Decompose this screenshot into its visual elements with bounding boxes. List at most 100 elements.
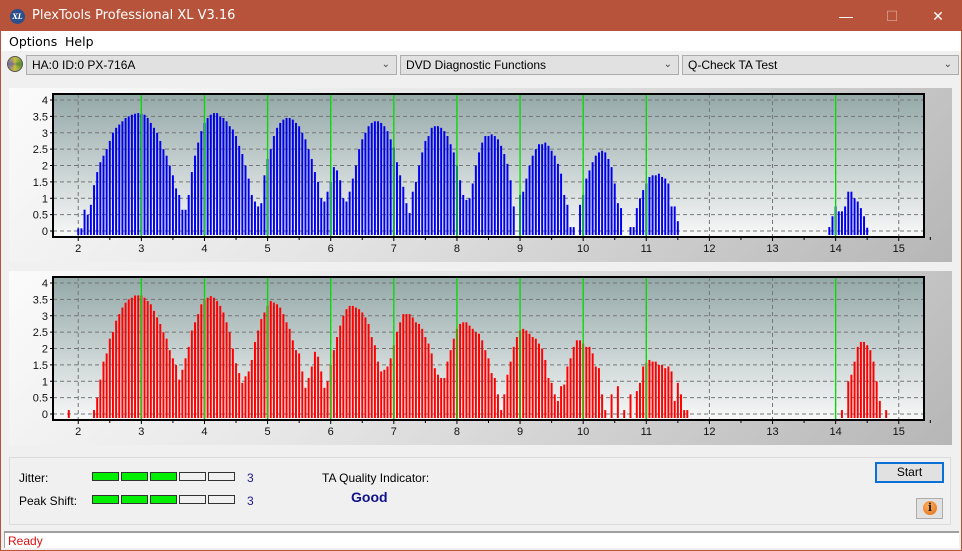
histogram-bar: [556, 400, 559, 418]
histogram-bar: [276, 304, 279, 418]
histogram-bar: [373, 121, 376, 235]
histogram-bar: [478, 152, 481, 235]
histogram-bar: [433, 368, 436, 418]
histogram-bar: [399, 175, 402, 235]
histogram-bar: [194, 322, 196, 418]
histogram-bar: [414, 322, 417, 418]
x-tick-label: 14: [830, 426, 842, 438]
histogram-bar: [616, 203, 619, 235]
histogram-bar: [260, 203, 263, 235]
histogram-bar: [572, 227, 575, 235]
histogram-bar: [534, 338, 537, 418]
histogram-bar: [411, 317, 414, 418]
histogram-bar: [638, 382, 641, 418]
histogram-bar: [601, 394, 604, 418]
histogram-bar: [566, 366, 569, 418]
histogram-bar: [298, 126, 301, 235]
histogram-bar: [102, 361, 105, 418]
histogram-bar: [856, 346, 859, 418]
histogram-bar: [869, 350, 872, 418]
histogram-bar: [547, 377, 550, 418]
histogram-bar: [121, 307, 124, 418]
histogram-bar: [269, 149, 272, 235]
histogram-bar: [115, 127, 118, 235]
menu-options[interactable]: Options: [9, 34, 57, 49]
histogram-bar: [616, 386, 619, 418]
histogram-bar: [127, 299, 130, 418]
start-button[interactable]: Start: [875, 462, 944, 483]
histogram-bar: [307, 377, 310, 418]
histogram-bar: [642, 366, 645, 418]
peak-shift-label: Peak Shift:: [19, 494, 78, 508]
histogram-bar: [247, 178, 250, 235]
histogram-bar: [323, 387, 326, 418]
histogram-bar: [149, 122, 152, 235]
histogram-bar: [591, 353, 594, 418]
test-select[interactable]: Q-Check TA Test ⌄: [682, 55, 959, 75]
histogram-bar: [556, 163, 559, 235]
histogram-bar: [402, 314, 405, 418]
info-button[interactable]: i: [916, 498, 943, 519]
histogram-bar: [96, 172, 99, 235]
histogram-bar: [541, 144, 544, 235]
histogram-bar: [474, 165, 477, 235]
histogram-bar: [847, 381, 850, 418]
histogram-bar: [225, 322, 228, 418]
histogram-bar: [831, 216, 834, 235]
x-tick-label: 10: [577, 426, 589, 438]
title-bar[interactable]: XL PlexTools Professional XL V3.16 — ☐ ✕: [1, 1, 961, 31]
histogram-bar: [525, 330, 528, 418]
histogram-bar: [597, 368, 600, 418]
histogram-bar: [99, 162, 102, 235]
x-tick-label: 12: [703, 426, 715, 438]
histogram-bar: [351, 305, 354, 418]
histogram-bar: [538, 343, 540, 418]
histogram-bar: [99, 379, 102, 418]
maximize-button[interactable]: ☐: [869, 1, 915, 31]
histogram-bar: [342, 315, 345, 418]
histogram-bar: [585, 178, 588, 235]
histogram-bar: [367, 126, 370, 235]
x-tick-label: 4: [201, 426, 207, 438]
histogram-bar: [197, 314, 200, 418]
histogram-bar: [231, 129, 234, 235]
histogram-bar: [610, 394, 613, 418]
histogram-bar: [279, 122, 282, 235]
histogram-bar: [424, 337, 427, 418]
x-tick-label: 15: [893, 426, 905, 438]
peak-shift-meter-segment: [92, 495, 119, 504]
histogram-bar: [130, 114, 133, 235]
histogram-bar: [323, 201, 326, 235]
x-tick-label: 11: [641, 426, 652, 438]
minimize-button[interactable]: —: [823, 1, 869, 31]
histogram-bar: [661, 176, 664, 235]
histogram-bar: [263, 312, 266, 418]
histogram-bar: [187, 346, 190, 418]
histogram-bar: [408, 314, 411, 418]
drive-select[interactable]: HA:0 ID:0 PX-716A ⌄: [26, 55, 397, 75]
jitter-meter-segment: [150, 472, 177, 481]
histogram-bar: [370, 122, 373, 235]
histogram-bar: [657, 364, 660, 418]
histogram-bar: [500, 145, 503, 235]
histogram-bar: [137, 295, 140, 418]
histogram-bar: [272, 136, 275, 235]
close-button[interactable]: ✕: [915, 1, 961, 31]
histogram-bar: [345, 201, 348, 235]
histogram-bar: [320, 198, 323, 235]
function-select[interactable]: DVD Diagnostic Functions ⌄: [400, 55, 679, 75]
menu-help[interactable]: Help: [65, 34, 94, 49]
histogram-bar: [421, 328, 424, 418]
histogram-bar: [200, 131, 203, 235]
y-tick-label: 3: [42, 311, 48, 323]
histogram-bar: [121, 121, 124, 235]
chevron-down-icon: ⌄: [663, 59, 672, 70]
histogram-bar: [165, 155, 168, 235]
histogram-bar: [313, 172, 316, 235]
y-tick-label: 3.5: [33, 111, 48, 123]
histogram-bar: [225, 121, 228, 235]
histogram-bar: [481, 142, 484, 235]
histogram-bar: [276, 127, 279, 235]
histogram-bar: [468, 198, 471, 235]
histogram-bar: [446, 361, 449, 418]
